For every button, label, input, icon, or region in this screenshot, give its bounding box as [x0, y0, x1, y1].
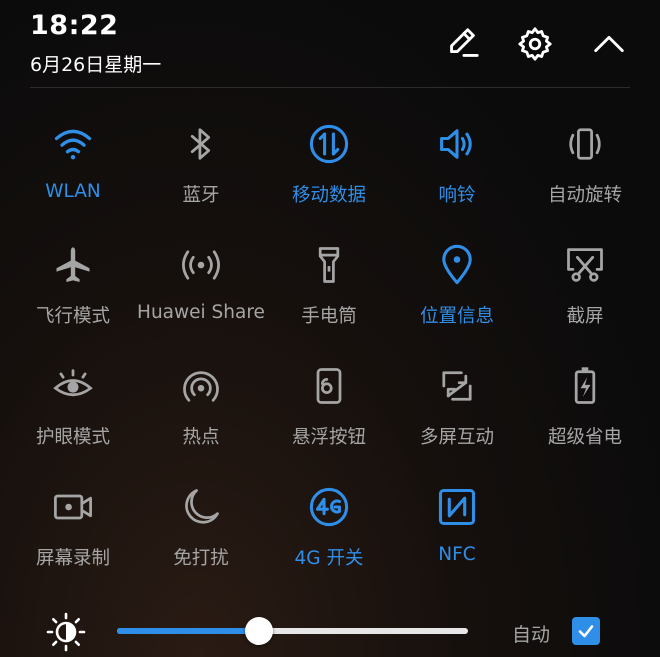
- header-divider: [30, 87, 630, 88]
- tile-row: 屏幕录制 免打扰 4G 开关 NFC: [0, 475, 660, 596]
- 4g-icon: [309, 487, 349, 527]
- quick-settings-grid: WLAN 蓝牙 移动数据 响铃 自动旋转 飞行模式 Huawei Share 手…: [0, 112, 660, 596]
- speaker-icon: [440, 129, 472, 159]
- mobile-data-icon: [309, 124, 349, 164]
- nfc-icon: [438, 488, 476, 526]
- tile-nfc[interactable]: NFC: [393, 475, 521, 596]
- tile-label: 免打扰: [173, 548, 229, 569]
- share-broadcast-icon: [182, 250, 220, 280]
- tile-screenshot[interactable]: 截屏: [521, 233, 649, 354]
- screen-record-icon: [54, 494, 92, 520]
- tile-label: 悬浮按钮: [291, 427, 366, 448]
- tile-label: 移动数据: [291, 185, 366, 206]
- tile-label: 蓝牙: [182, 185, 220, 206]
- tile-ringer[interactable]: 响铃: [393, 112, 521, 233]
- tile-row: WLAN 蓝牙 移动数据 响铃 自动旋转: [0, 112, 660, 233]
- floating-button-icon: [316, 368, 342, 404]
- tile-floating-button[interactable]: 悬浮按钮: [265, 354, 393, 475]
- gear-icon: [518, 27, 552, 61]
- tile-label: 手电筒: [301, 306, 357, 327]
- tile-hotspot[interactable]: 热点: [137, 354, 265, 475]
- wifi-icon: [54, 129, 92, 160]
- chevron-up-icon: [594, 35, 624, 53]
- location-pin-icon: [442, 244, 472, 285]
- brightness-row: 自动: [0, 600, 660, 657]
- battery-saver-icon: [574, 367, 596, 404]
- moon-icon: [185, 489, 219, 524]
- tile-flashlight[interactable]: 手电筒: [265, 233, 393, 354]
- tile-label: 响铃: [438, 185, 476, 206]
- brightness-slider-thumb[interactable]: [245, 617, 274, 645]
- tile-wlan[interactable]: WLAN: [9, 112, 137, 233]
- multi-screen-icon: [442, 371, 472, 401]
- brightness-icon: [46, 612, 86, 652]
- bluetooth-icon: [190, 128, 211, 160]
- pencil-icon: [450, 28, 479, 57]
- auto-brightness-checkbox[interactable]: [572, 617, 600, 645]
- tile-huawei-share[interactable]: Huawei Share: [137, 233, 265, 354]
- tile-eye-comfort[interactable]: 护眼模式: [9, 354, 137, 475]
- tile-row: 护眼模式 热点 悬浮按钮 多屏互动 超级省电: [0, 354, 660, 475]
- airplane-icon: [56, 247, 90, 283]
- status-time: 18:22: [30, 10, 119, 41]
- tile-screen-record[interactable]: 屏幕录制: [9, 475, 137, 596]
- tile-label: 超级省电: [547, 427, 622, 448]
- tile-label: 4G 开关: [294, 548, 364, 569]
- tile-label: 截屏: [566, 306, 604, 327]
- tile-label: Huawei Share: [137, 302, 265, 323]
- tile-auto-rotate[interactable]: 自动旋转: [521, 112, 649, 233]
- hotspot-icon: [183, 371, 219, 402]
- tile-label: 位置信息: [419, 306, 494, 327]
- tile-label: WLAN: [45, 181, 101, 202]
- tile-row: 飞行模式 Huawei Share 手电筒 位置信息 截屏: [0, 233, 660, 354]
- tile-label: 屏幕录制: [35, 548, 110, 569]
- tile-do-not-disturb[interactable]: 免打扰: [137, 475, 265, 596]
- edit-button[interactable]: [440, 22, 484, 66]
- tile-airplane-mode[interactable]: 飞行模式: [9, 233, 137, 354]
- tile-label: 护眼模式: [35, 427, 110, 448]
- screenshot-scissors-icon: [567, 248, 603, 282]
- collapse-button[interactable]: [587, 22, 631, 66]
- auto-brightness-label: 自动: [512, 624, 551, 646]
- tile-power-saver[interactable]: 超级省电: [521, 354, 649, 475]
- tile-location[interactable]: 位置信息: [393, 233, 521, 354]
- brightness-slider[interactable]: [117, 617, 468, 645]
- tile-label: NFC: [438, 544, 476, 565]
- tile-label: 热点: [182, 427, 220, 448]
- tile-4g-switch[interactable]: 4G 开关: [265, 475, 393, 596]
- brightness-slider-fill: [117, 628, 260, 634]
- settings-button[interactable]: [513, 22, 557, 66]
- tile-label: 自动旋转: [547, 185, 622, 206]
- tile-label: 飞行模式: [35, 306, 110, 327]
- status-date: 6月26日星期一: [30, 54, 162, 76]
- checkmark-icon: [578, 625, 594, 638]
- flashlight-icon: [318, 247, 340, 283]
- tile-mobile-data[interactable]: 移动数据: [265, 112, 393, 233]
- rotate-icon: [569, 128, 601, 160]
- eye-icon: [53, 369, 93, 397]
- tile-label: 多屏互动: [419, 427, 494, 448]
- tile-bluetooth[interactable]: 蓝牙: [137, 112, 265, 233]
- tile-multi-screen[interactable]: 多屏互动: [393, 354, 521, 475]
